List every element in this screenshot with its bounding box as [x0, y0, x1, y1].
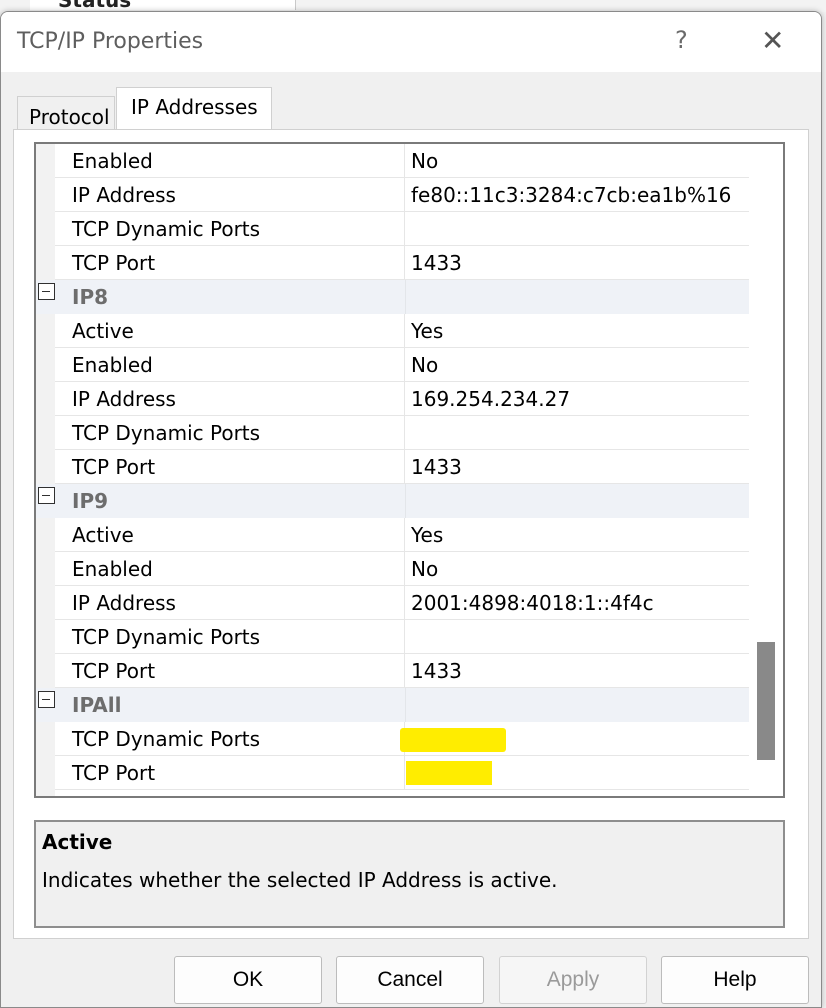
grid-category-row[interactable]: IPAll — [36, 688, 749, 722]
property-name: TCP Port — [55, 654, 405, 688]
grid-property-row[interactable]: TCP Port1433 — [36, 756, 749, 790]
grid-property-row[interactable]: Active Yes — [36, 518, 749, 552]
grid-category-row[interactable]: IP9 — [36, 484, 749, 518]
collapse-icon[interactable] — [38, 487, 55, 504]
tab-ip-addresses[interactable]: IP Addresses — [116, 87, 272, 131]
property-grid-body: Enabled No IP Address fe80::11c3:3284:c7cb:… — [36, 144, 749, 796]
grid-property-row[interactable]: Enabled No — [36, 348, 749, 382]
property-name: Enabled — [55, 552, 405, 586]
collapse-icon[interactable] — [38, 691, 55, 708]
category-label: IP8 — [72, 285, 109, 309]
property-value[interactable]: 2001:4898:4018:1::4f4c — [405, 586, 749, 620]
property-name: Enabled — [55, 144, 405, 178]
grid-property-row[interactable]: Enabled No — [36, 144, 749, 178]
category-label: IP9 — [72, 489, 109, 513]
property-name: TCP Port — [55, 756, 405, 790]
property-value[interactable]: Yes — [405, 314, 749, 348]
property-name: Active — [55, 518, 405, 552]
property-value[interactable] — [405, 212, 749, 246]
grid-category-row[interactable]: IP8 — [36, 280, 749, 314]
grid-property-row[interactable]: IP Address 2001:4898:4018:1::4f4c — [36, 586, 749, 620]
property-value[interactable]: 1433 — [405, 654, 749, 688]
grid-property-row[interactable]: TCP Dynamic Ports — [36, 416, 749, 450]
property-value[interactable]: No — [405, 552, 749, 586]
grid-property-row[interactable]: TCP Dynamic Ports — [36, 620, 749, 654]
property-name: IP Address — [55, 586, 405, 620]
property-name: IP Address — [55, 382, 405, 416]
grid-property-row[interactable]: TCP Dynamic Ports — [36, 722, 749, 756]
description-box: Active Indicates whether the selected IP… — [34, 820, 785, 928]
column-divider — [405, 688, 406, 722]
grid-property-row[interactable]: TCP Port1433 — [36, 654, 749, 688]
property-value[interactable]: 1433 — [405, 246, 749, 280]
grid-property-row[interactable]: Active Yes — [36, 314, 749, 348]
property-name: Active — [55, 314, 405, 348]
column-divider — [405, 484, 406, 518]
property-name: IP Address — [55, 178, 405, 212]
description-text: Indicates whether the selected IP Addres… — [42, 868, 558, 892]
property-value[interactable] — [405, 416, 749, 450]
property-name: TCP Dynamic Ports — [55, 722, 405, 756]
grid-property-row[interactable]: TCP Port1433 — [36, 246, 749, 280]
cancel-button[interactable]: Cancel — [336, 956, 484, 1004]
property-value[interactable]: fe80::11c3:3284:c7cb:ea1b%16 — [405, 178, 749, 212]
ok-button[interactable]: OK — [174, 956, 322, 1004]
grid-property-row[interactable]: TCP Port1433 — [36, 450, 749, 484]
property-name: TCP Port — [55, 246, 405, 280]
property-name: TCP Port — [55, 450, 405, 484]
tcpip-properties-dialog: TCP/IP Properties ? ✕ Protocol IP Addres… — [0, 11, 822, 1008]
scrollbar-thumb[interactable] — [757, 642, 775, 760]
property-value[interactable]: Yes — [405, 518, 749, 552]
grid-property-row[interactable]: Enabled No — [36, 552, 749, 586]
window-title: TCP/IP Properties — [17, 29, 204, 54]
property-value[interactable]: 1433 — [405, 450, 749, 484]
property-name: TCP Dynamic Ports — [55, 620, 405, 654]
property-name: Enabled — [55, 348, 405, 382]
title-bar: TCP/IP Properties ? ✕ — [1, 12, 821, 72]
property-name: TCP Dynamic Ports — [55, 212, 405, 246]
highlight-dynamic-ports — [400, 728, 506, 752]
help-button[interactable]: Help — [661, 956, 809, 1004]
description-title: Active — [42, 830, 113, 854]
property-value[interactable]: 169.254.234.27 — [405, 382, 749, 416]
grid-property-row[interactable]: IP Address 169.254.234.27 — [36, 382, 749, 416]
collapse-icon[interactable] — [38, 283, 55, 300]
category-label: IPAll — [72, 693, 122, 717]
ip-addresses-panel: Enabled No IP Address fe80::11c3:3284:c7cb:… — [13, 129, 809, 939]
tab-protocol[interactable]: Protocol — [17, 96, 115, 130]
grid-property-row[interactable]: IP Address fe80::11c3:3284:c7cb:ea1b%16 — [36, 178, 749, 212]
highlight-tcp-port — [406, 761, 492, 785]
property-grid: Enabled No IP Address fe80::11c3:3284:c7cb:… — [34, 142, 785, 798]
property-value[interactable]: No — [405, 144, 749, 178]
property-value[interactable]: No — [405, 348, 749, 382]
vertical-scrollbar[interactable] — [749, 144, 783, 796]
help-icon[interactable]: ? — [675, 26, 688, 54]
property-name: TCP Dynamic Ports — [55, 416, 405, 450]
apply-button[interactable]: Apply — [499, 956, 647, 1004]
grid-property-row[interactable]: TCP Dynamic Ports — [36, 212, 749, 246]
property-value[interactable] — [405, 620, 749, 654]
close-icon[interactable]: ✕ — [761, 24, 784, 57]
column-divider — [405, 280, 406, 314]
